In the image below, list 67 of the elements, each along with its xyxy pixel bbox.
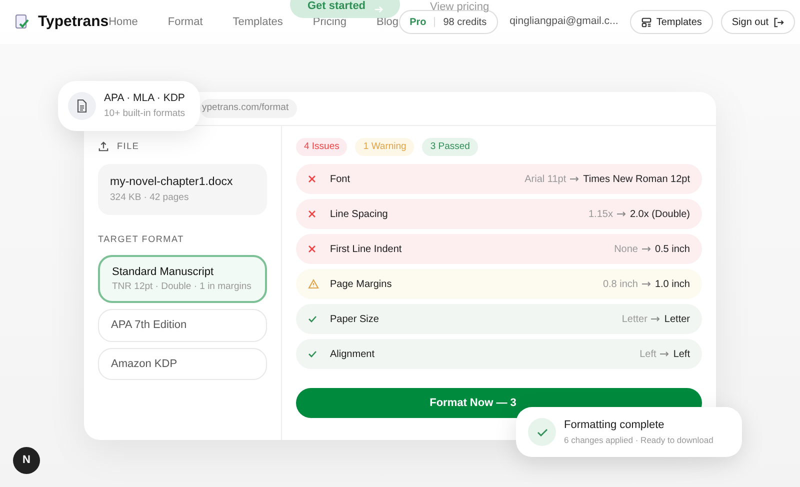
check-icon [308,315,317,324]
file-name: my-novel-chapter1.docx [110,174,234,190]
dev-indicator-button[interactable]: N [13,447,40,474]
old-value: Letter [622,312,648,327]
arrow-icon [570,176,580,182]
cross-icon [308,210,316,218]
format-option[interactable]: Standard Manuscript TNR 12pt · Double · 1 in margins [98,254,267,304]
new-value: 2.0x (Double) [630,208,690,222]
old-value: 1.15x [588,208,613,222]
file-card[interactable]: my-novel-chapter1.docx 324 KB · 42 pages [98,164,267,215]
section-label: TARGET FORMAT [98,233,185,246]
status-chip: 4 Issues [296,138,348,156]
templates-button[interactable]: Templates [630,10,713,34]
warning-icon [308,279,319,290]
plan-label: Pro [410,16,426,30]
nav-link[interactable]: Format [168,14,203,30]
new-value: 0.5 inch [654,242,690,257]
file-meta: 324 KB · 42 pages [110,190,190,205]
new-value: Left [673,348,690,362]
nav-link[interactable]: Home [108,14,138,30]
user-email: qingliangpai@gmail.c... [510,14,618,30]
arrow-icon [616,211,626,218]
format-option[interactable]: APA 7th Edition [98,309,267,342]
badge-subtitle: 10+ built-in formats [104,106,186,121]
option-name: Standard Manuscript [112,264,214,280]
address-bar: ypetrans.com/format [200,99,297,118]
check-name: Page Margins [330,278,392,292]
cross-icon [308,175,316,184]
badge-title: APA · MLA · KDP [104,91,186,106]
brand-name[interactable]: Typetrans [38,10,109,34]
arrow-icon [660,351,670,358]
old-value: Left [640,348,656,362]
arrow-icon [642,246,651,252]
logout-icon [772,16,784,28]
arrow-icon [651,316,660,322]
status-chip: 1 Warning [355,138,414,156]
document-icon [76,99,88,113]
credits-count: 98 credits [443,16,487,30]
check-name: Alignment [330,348,374,362]
check-name: Paper Size [330,312,379,327]
logo-icon [14,14,30,30]
check-name: Font [330,172,350,187]
sign-out-button[interactable]: Sign out [720,10,795,34]
old-value: 0.8 inch [602,278,638,292]
check-name: Line Spacing [330,208,388,222]
cross-icon [308,245,316,254]
check-icon [536,428,548,436]
status-chip: 3 Passed [422,138,478,156]
check-name: First Line Indent [330,242,402,257]
layout-icon [641,16,652,28]
toast-message: 6 changes applied · Ready to download [564,434,714,447]
arrow-icon [642,281,651,288]
new-value: 1.0 inch [654,278,690,292]
nav-link[interactable]: Templates [232,14,283,30]
option-name: APA 7th Edition [111,318,188,334]
option-name: Amazon KDP [111,356,178,372]
section-label: FILE [117,140,140,153]
old-value: Arial 11pt [524,172,566,187]
option-detail: TNR 12pt · Double · 1 in margins [112,280,252,294]
upload-icon [98,141,109,152]
toast-title: Formatting complete [564,418,666,434]
format-option[interactable]: Amazon KDP [98,348,267,380]
check-icon [308,350,317,358]
new-value: Letter [664,312,690,327]
arrow-icon [374,5,383,14]
old-value: None [614,242,638,257]
new-value: Times New Roman 12pt [583,172,690,187]
